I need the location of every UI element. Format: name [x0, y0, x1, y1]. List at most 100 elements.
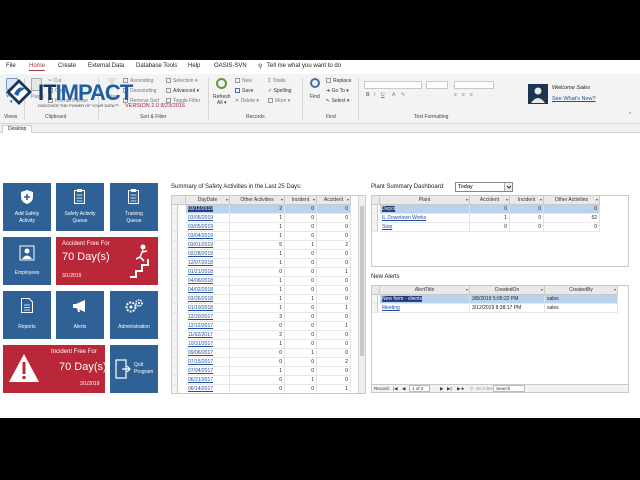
- alerts-tile[interactable]: Alerts: [56, 291, 104, 339]
- record-position[interactable]: 1 of 2: [409, 385, 431, 392]
- safety-activity-queue-tile[interactable]: Safety Activity Queue: [56, 183, 104, 231]
- totals-button[interactable]: Σ Totals: [268, 78, 286, 84]
- next-record-button[interactable]: ▶: [440, 386, 443, 392]
- font-name-select[interactable]: [364, 81, 422, 89]
- record-selector[interactable]: [172, 223, 178, 232]
- grid-cell[interactable]: 04/02/2018: [186, 286, 230, 295]
- record-selector[interactable]: [172, 322, 178, 331]
- new-record-nav-button[interactable]: ▶★: [457, 386, 465, 392]
- grid-cell[interactable]: 03/06/2019: [186, 214, 230, 223]
- last-record-button[interactable]: ▶|: [447, 386, 452, 392]
- delete-button[interactable]: ✕ Delete ▾: [235, 98, 259, 104]
- record-selector[interactable]: [172, 250, 178, 259]
- record-selector[interactable]: [172, 367, 178, 376]
- italic-button[interactable]: I: [374, 92, 375, 98]
- record-selector[interactable]: [172, 349, 178, 358]
- find-button[interactable]: Find: [310, 94, 320, 100]
- column-header[interactable]: Incident ▾: [285, 196, 317, 205]
- grid-cell[interactable]: 12/12/2017: [186, 322, 230, 331]
- list-format-buttons[interactable]: [454, 81, 494, 89]
- tab-create[interactable]: Create: [58, 63, 76, 69]
- record-search-input[interactable]: Search: [493, 385, 526, 392]
- training-queue-tile[interactable]: Training Queue: [110, 183, 158, 231]
- record-selector[interactable]: [172, 385, 178, 393]
- chevron-down-icon[interactable]: ▾: [506, 196, 508, 204]
- select-button[interactable]: ↖ Select ▾: [326, 98, 349, 104]
- column-header[interactable]: Accident ▾: [317, 196, 351, 205]
- grid-cell[interactable]: IL Downtown Works: [380, 214, 470, 223]
- align-right-button[interactable]: ≡: [470, 92, 473, 98]
- no-filter-label[interactable]: No Filter: [476, 386, 493, 391]
- grid-cell[interactable]: 06/14/2017: [186, 385, 230, 393]
- grid-cell[interactable]: 12/20/2017: [186, 313, 230, 322]
- collapse-ribbon-icon[interactable]: ⌃: [628, 112, 632, 118]
- chevron-down-icon[interactable]: ▾: [281, 196, 283, 204]
- advanced-button[interactable]: Advanced ▾: [166, 88, 199, 94]
- column-header[interactable]: CreatedOn ▾: [470, 286, 545, 295]
- grid-cell[interactable]: Depot: [380, 205, 470, 214]
- first-record-button[interactable]: |◀: [393, 386, 398, 392]
- font-color-button[interactable]: A: [392, 92, 395, 98]
- tab-desktop[interactable]: Desktop: [2, 125, 33, 133]
- column-header[interactable]: Incident ▾: [510, 196, 544, 205]
- column-header[interactable]: DayDate ▾: [186, 196, 230, 205]
- vertical-scrollbar[interactable]: [358, 196, 365, 393]
- grid-cell[interactable]: 01/21/2018: [186, 268, 230, 277]
- grid-cell[interactable]: 03/12/2019: [186, 205, 230, 214]
- record-selector[interactable]: [172, 340, 178, 349]
- refresh-all-dropdown[interactable]: All ▾: [217, 100, 226, 106]
- align-left-button[interactable]: ≡: [454, 92, 457, 98]
- grid-cell[interactable]: 03/05/2019: [186, 223, 230, 232]
- record-selector[interactable]: [172, 313, 178, 322]
- tab-database-tools[interactable]: Database Tools: [136, 63, 177, 69]
- chevron-down-icon[interactable]: ▾: [540, 196, 542, 204]
- record-selector[interactable]: [172, 304, 178, 313]
- record-selector[interactable]: [172, 277, 178, 286]
- goto-button[interactable]: ➜ Go To ▾: [326, 88, 349, 94]
- grid-cell[interactable]: 04/06/2018: [186, 277, 230, 286]
- grid-cell[interactable]: 06/21/2017: [186, 376, 230, 385]
- chevron-down-icon[interactable]: ▾: [313, 196, 315, 204]
- underline-button[interactable]: U: [381, 92, 385, 98]
- whats-new-link[interactable]: See What's New?: [552, 96, 596, 102]
- save-button[interactable]: Save: [235, 88, 253, 94]
- record-selector[interactable]: [372, 304, 378, 313]
- record-selector[interactable]: [172, 331, 178, 340]
- grid-cell[interactable]: 01/10/2018: [186, 304, 230, 313]
- record-selector[interactable]: [172, 268, 178, 277]
- record-selector[interactable]: [172, 214, 178, 223]
- selection-button[interactable]: Selection ▾: [166, 78, 197, 84]
- spelling-button[interactable]: ✓ Spelling: [268, 88, 291, 94]
- grid-cell[interactable]: New form - clients: [380, 295, 470, 304]
- previous-record-button[interactable]: ◀: [402, 386, 405, 392]
- tab-oasis-svn[interactable]: OASIS-SVN: [214, 63, 247, 69]
- grid-cell[interactable]: Meeting: [380, 304, 470, 313]
- record-selector[interactable]: [172, 232, 178, 241]
- grid-cell[interactable]: 07/15/2017: [186, 358, 230, 367]
- grid-cell[interactable]: 10/31/2017: [186, 340, 230, 349]
- grid-cell[interactable]: 02/28/2019: [186, 250, 230, 259]
- replace-button[interactable]: Replace: [326, 78, 351, 84]
- column-header[interactable]: Other Activities ▾: [544, 196, 600, 205]
- highlight-button[interactable]: ✎: [401, 92, 405, 98]
- record-selector[interactable]: [372, 214, 378, 223]
- record-selector[interactable]: [172, 205, 178, 214]
- chevron-down-icon[interactable]: ▾: [466, 286, 468, 294]
- grid-cell[interactable]: 07/04/2017: [186, 367, 230, 376]
- record-selector[interactable]: [172, 358, 178, 367]
- record-selector[interactable]: [172, 259, 178, 268]
- reports-tile[interactable]: Reports: [3, 291, 51, 339]
- record-selector[interactable]: [372, 295, 378, 304]
- chevron-down-icon[interactable]: ▾: [541, 286, 543, 294]
- tab-home[interactable]: Home: [29, 63, 46, 71]
- tab-file[interactable]: File: [6, 63, 16, 69]
- grid-cell[interactable]: 03/01/2019: [186, 241, 230, 250]
- chevron-down-icon[interactable]: ▾: [596, 196, 598, 204]
- grid-cell[interactable]: 12/07/2018: [186, 259, 230, 268]
- column-header[interactable]: Plant ▾: [380, 196, 470, 205]
- record-selector[interactable]: [172, 295, 178, 304]
- chevron-down-icon[interactable]: ▾: [614, 286, 616, 294]
- chevron-down-icon[interactable]: ▾: [347, 196, 349, 204]
- bold-button[interactable]: B: [366, 92, 370, 98]
- more-button[interactable]: More ▾: [268, 98, 290, 104]
